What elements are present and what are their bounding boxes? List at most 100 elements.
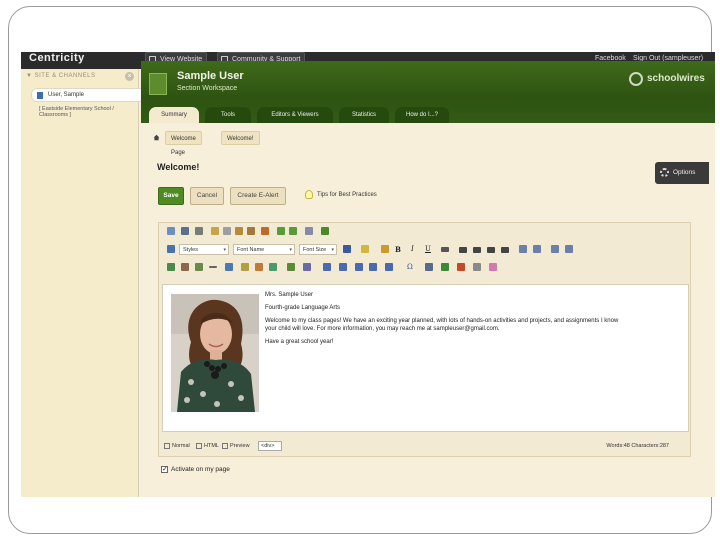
insert-row-icon[interactable] [355,263,363,271]
close-icon[interactable]: × [125,72,134,81]
indent-icon[interactable] [565,245,573,253]
editor-status-bar: Normal HTML Preview <div> Words:48 Chara… [162,440,689,452]
media-icon[interactable] [241,263,249,271]
sidebar-sub-item[interactable]: [ Eastside Elementary School / Classroom… [39,106,134,118]
slide-frame: Centricity View Website Community & Supp… [8,6,715,534]
paste-word-icon[interactable] [261,227,269,235]
template-icon[interactable] [287,263,295,271]
find-icon[interactable] [195,227,203,235]
tag-path[interactable]: <div> [258,441,282,451]
section-tile-icon [149,73,167,95]
brand-logo: Centricity [29,52,85,64]
bullet-list-icon[interactable] [533,245,541,253]
outdent-icon[interactable] [551,245,559,253]
tab-statistics[interactable]: Statistics [339,107,389,123]
toolbar-row-2: Styles Font Name Font Size B I U [163,243,688,257]
create-e-alert-button[interactable]: Create E-Alert [230,187,286,205]
schoolwires-logo-text: schoolwires [647,73,705,84]
tips-link[interactable]: Tips for Best Practices [305,189,377,201]
undo-icon[interactable] [277,227,285,235]
insert-table-icon[interactable] [167,263,175,271]
text-color-icon[interactable] [343,245,351,253]
font-size-select[interactable]: Font Size [299,244,337,255]
cut-icon[interactable] [211,227,219,235]
flash-icon[interactable] [255,263,263,271]
format-painter-icon[interactable] [381,245,389,253]
insert-column-icon[interactable] [369,263,377,271]
redo-icon[interactable] [289,227,297,235]
spelling-icon[interactable] [441,263,449,271]
activate-checkbox[interactable]: Activate on my page [161,465,230,474]
align-right-icon[interactable] [487,247,495,253]
fullscreen-icon[interactable] [305,227,313,235]
align-left-icon[interactable] [459,247,467,253]
paste-text-icon[interactable] [247,227,255,235]
highlight-icon[interactable] [361,245,369,253]
schoolwires-logo: schoolwires [629,71,705,87]
bold-button[interactable]: B [395,244,401,255]
link-icon[interactable] [181,263,189,271]
table-properties-icon[interactable] [323,263,331,271]
form-icon[interactable] [303,263,311,271]
preview-mode-icon [222,443,228,449]
rich-text-editor: Styles Font Name Font Size B I U [158,222,691,457]
cell-properties-icon[interactable] [339,263,347,271]
lightbulb-icon [305,190,313,199]
options-label: Options [673,169,696,176]
teacher-photo-drawing [171,294,259,412]
content-line-closing: Have a great school year! [265,339,334,345]
teacher-photo [171,294,259,412]
breadcrumb-welcome[interactable]: Welcome! [221,131,260,145]
toolbar-row-1 [163,225,688,239]
workspace-title: Sample User [177,70,244,82]
content-line-contact: your child will love. For more informati… [265,326,500,332]
numbered-list-icon[interactable] [519,245,527,253]
unlink-icon[interactable] [195,263,203,271]
html-mode-icon [196,443,202,449]
options-button[interactable]: Options [655,162,709,184]
editor-content-area[interactable]: Mrs. Sample User Fourth-grade Language A… [162,284,689,432]
tab-editors-viewers[interactable]: Editors & Viewers [257,107,333,123]
mode-html-tab[interactable]: HTML [196,440,219,452]
site-channels-panel: ▼ SITE & CHANNELS × User, Sample [ Easts… [21,69,145,497]
image-icon[interactable] [321,227,329,235]
tab-summary[interactable]: Summary [149,107,199,123]
styles-select[interactable]: Styles [179,244,229,255]
breadcrumb-welcome-page[interactable]: Welcome Page [165,131,202,156]
strikethrough-icon[interactable] [441,247,449,252]
page-properties-icon[interactable] [425,263,433,271]
merge-cells-icon[interactable] [385,263,393,271]
content-line-subject: Fourth-grade Language Arts [265,305,341,311]
workspace-header: Sample User Section Workspace schoolwire… [141,61,715,123]
copy-icon[interactable] [223,227,231,235]
justify-icon[interactable] [501,247,509,253]
home-icon[interactable] [153,134,160,141]
clean-html-icon[interactable] [473,263,481,271]
sidebar-item-user[interactable]: User, Sample [31,88,145,102]
print-icon[interactable] [181,227,189,235]
underline-button[interactable]: U [425,244,431,255]
horizontal-rule-icon[interactable] [209,266,217,268]
screenshot: Centricity View Website Community & Supp… [21,52,715,497]
align-center-icon[interactable] [473,247,481,253]
eraser-icon[interactable] [489,263,497,271]
spellcheck-icon[interactable] [167,227,175,235]
font-name-select[interactable]: Font Name [233,244,295,255]
remove-format-icon[interactable] [457,263,465,271]
italic-button[interactable]: I [411,244,414,255]
anchor-icon[interactable] [225,263,233,271]
tab-tools[interactable]: Tools [205,107,251,123]
panel-header: ▼ SITE & CHANNELS [26,73,96,79]
content-line-name: Mrs. Sample User [265,292,314,298]
mode-preview-tab[interactable]: Preview [222,440,250,452]
page-icon [37,92,43,99]
tab-how-do-i[interactable]: How do I...? [395,107,449,123]
activate-label: Activate on my page [171,466,230,473]
save-button[interactable]: Save [158,187,184,205]
tips-label: Tips for Best Practices [317,192,377,198]
cancel-button[interactable]: Cancel [190,187,224,205]
document-icon[interactable] [269,263,277,271]
paste-icon[interactable] [235,227,243,235]
mode-normal-tab[interactable]: Normal [164,440,190,452]
special-character-button[interactable]: Ω [407,262,413,273]
